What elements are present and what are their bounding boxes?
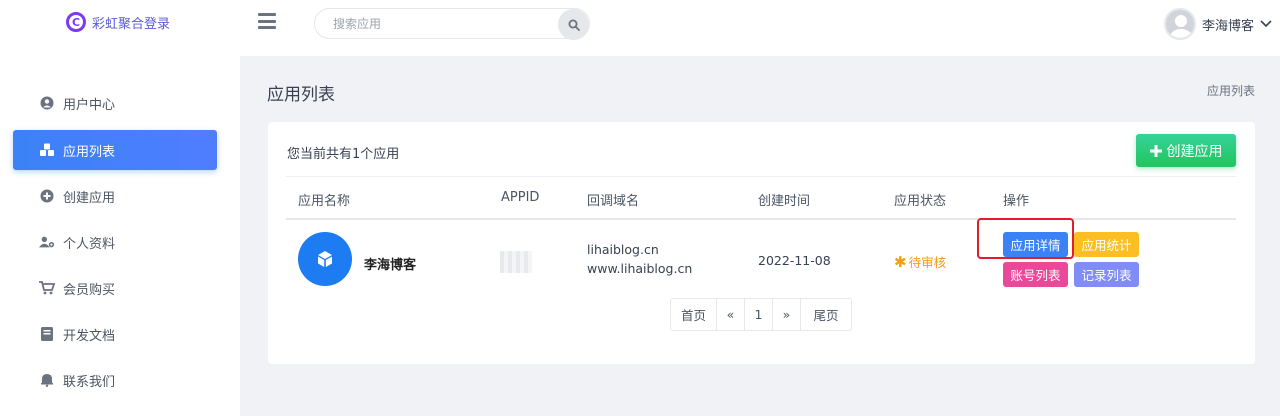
sidebar-item-label: 用户中心 — [63, 97, 116, 113]
sidebar-item-label: 创建应用 — [63, 190, 116, 206]
page-title: 应用列表 — [267, 85, 335, 105]
app-icon — [298, 232, 352, 286]
avatar — [1163, 8, 1196, 40]
sidebar-item-label: 会员购买 — [63, 282, 116, 298]
account-list-button[interactable]: 账号列表 — [1003, 262, 1068, 287]
sidebar-item-label: 开发文档 — [63, 328, 116, 344]
bell-icon — [39, 372, 55, 388]
status-text: 待审核 — [908, 255, 947, 270]
plus-icon — [1149, 144, 1162, 157]
column-header-appid: APPID — [501, 190, 540, 205]
page-last[interactable]: 尾页 — [801, 299, 851, 330]
chevron-down-icon — [1260, 20, 1272, 28]
asterisk-icon: ✱ — [894, 252, 907, 271]
plus-circle-icon — [39, 188, 55, 204]
pagination: 首页 « 1 » 尾页 — [670, 298, 852, 331]
sidebar-item-label: 应用列表 — [63, 144, 116, 160]
column-header-created: 创建时间 — [758, 194, 811, 209]
column-header-actions: 操作 — [1003, 194, 1030, 209]
column-header-domain: 回调域名 — [587, 194, 640, 209]
top-bar: C 彩虹聚合登录 李海博客 — [0, 0, 1280, 56]
sidebar-item-app-list[interactable]: 应用列表 — [13, 130, 217, 170]
create-app-label: 创建应用 — [1166, 143, 1223, 160]
status-badge: ✱ 待审核 — [894, 252, 946, 271]
callback-domain: www.lihaiblog.cn — [587, 261, 693, 276]
cart-icon — [39, 280, 55, 296]
breadcrumb[interactable]: 应用列表 — [1207, 82, 1255, 99]
create-app-button[interactable]: 创建应用 — [1136, 134, 1236, 167]
app-name: 李海博客 — [364, 258, 417, 273]
page-next[interactable]: » — [773, 299, 801, 330]
page-first[interactable]: 首页 — [671, 299, 717, 330]
cube-icon — [318, 251, 332, 267]
search-input[interactable] — [315, 16, 555, 31]
app-detail-button[interactable]: 应用详情 — [1003, 232, 1068, 257]
created-date: 2022-11-08 — [758, 253, 831, 268]
table-header-divider — [286, 218, 1236, 220]
page-current[interactable]: 1 — [745, 299, 773, 330]
record-list-button[interactable]: 记录列表 — [1074, 262, 1139, 287]
user-name: 李海博客 — [1201, 18, 1254, 34]
column-header-name: 应用名称 — [298, 194, 351, 209]
app-logo[interactable]: C 彩虹聚合登录 — [66, 12, 170, 32]
sidebar-item-label: 个人资料 — [63, 236, 116, 252]
divider — [286, 176, 1236, 177]
search-button[interactable] — [558, 9, 589, 40]
sidebar-item-contact[interactable]: 联系我们 — [13, 360, 217, 400]
app-list-card: 您当前共有1个应用 创建应用 应用名称 APPID 回调域名 创建时间 应用状态… — [268, 122, 1255, 364]
app-count-text: 您当前共有1个应用 — [287, 147, 400, 162]
user-circle-icon — [39, 95, 55, 111]
app-stats-button[interactable]: 应用统计 — [1074, 232, 1139, 257]
sidebar-item-user-center[interactable]: 用户中心 — [13, 83, 217, 123]
column-header-status: 应用状态 — [894, 194, 947, 209]
book-icon — [39, 326, 55, 342]
search-icon — [568, 19, 580, 31]
sidebar-item-label: 联系我们 — [63, 374, 116, 390]
menu-toggle-icon[interactable] — [258, 13, 276, 29]
appid-value — [500, 251, 532, 273]
logo-icon: C — [66, 12, 86, 32]
sidebar-item-create-app[interactable]: 创建应用 — [13, 176, 217, 216]
cubes-icon — [39, 142, 55, 158]
search-box — [314, 8, 590, 40]
user-gear-icon — [39, 234, 55, 250]
app-title: 彩虹聚合登录 — [92, 16, 171, 32]
sidebar-item-docs[interactable]: 开发文档 — [13, 314, 217, 354]
page-prev[interactable]: « — [717, 299, 745, 330]
sidebar: 用户中心 应用列表 创建应用 个人资料 会员购买 开发文档 联系我们 — [0, 56, 240, 416]
user-menu[interactable]: 李海博客 — [1163, 8, 1272, 40]
sidebar-item-membership[interactable]: 会员购买 — [13, 268, 217, 308]
callback-domain: lihaiblog.cn — [587, 242, 659, 257]
sidebar-item-profile[interactable]: 个人资料 — [13, 222, 217, 262]
